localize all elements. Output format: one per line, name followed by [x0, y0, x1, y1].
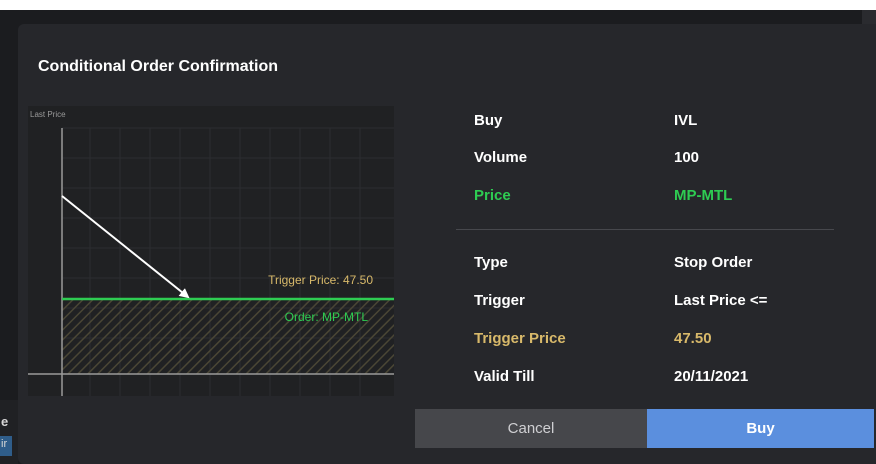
detail-value: 20/11/2021 — [674, 368, 749, 385]
dialog-title: Conditional Order Confirmation — [38, 58, 278, 75]
background-text: e — [1, 414, 9, 429]
detail-value: 100 — [674, 149, 700, 166]
detail-label: Trigger — [474, 292, 525, 309]
top-bar — [0, 0, 876, 10]
detail-value: MP-MTL — [674, 187, 733, 204]
trigger-chart: Last Price Trigger Price: 47.50 Order: M… — [28, 106, 394, 396]
detail-label: Type — [474, 254, 508, 271]
detail-label: Valid Till — [474, 368, 535, 385]
buy-button[interactable]: Buy — [647, 409, 874, 448]
detail-label: Buy — [474, 112, 503, 129]
background-text: ir — [1, 438, 8, 450]
cancel-button[interactable]: Cancel — [415, 409, 647, 448]
detail-label: Volume — [474, 149, 528, 166]
trigger-price-label: Trigger Price: 47.50 — [268, 273, 373, 287]
order-label: Order: MP-MTL — [285, 310, 369, 324]
axis-label: Last Price — [30, 110, 66, 119]
detail-label: Trigger Price — [474, 330, 566, 347]
conditional-order-dialog: Conditional Order Confirmation Last Pric… — [18, 24, 876, 464]
detail-value: IVL — [674, 112, 698, 129]
details-divider — [456, 229, 834, 230]
detail-label: Price — [474, 187, 511, 204]
detail-value: Last Price <= — [674, 292, 768, 309]
detail-value: Stop Order — [674, 254, 753, 271]
detail-value: 47.50 — [674, 330, 712, 347]
